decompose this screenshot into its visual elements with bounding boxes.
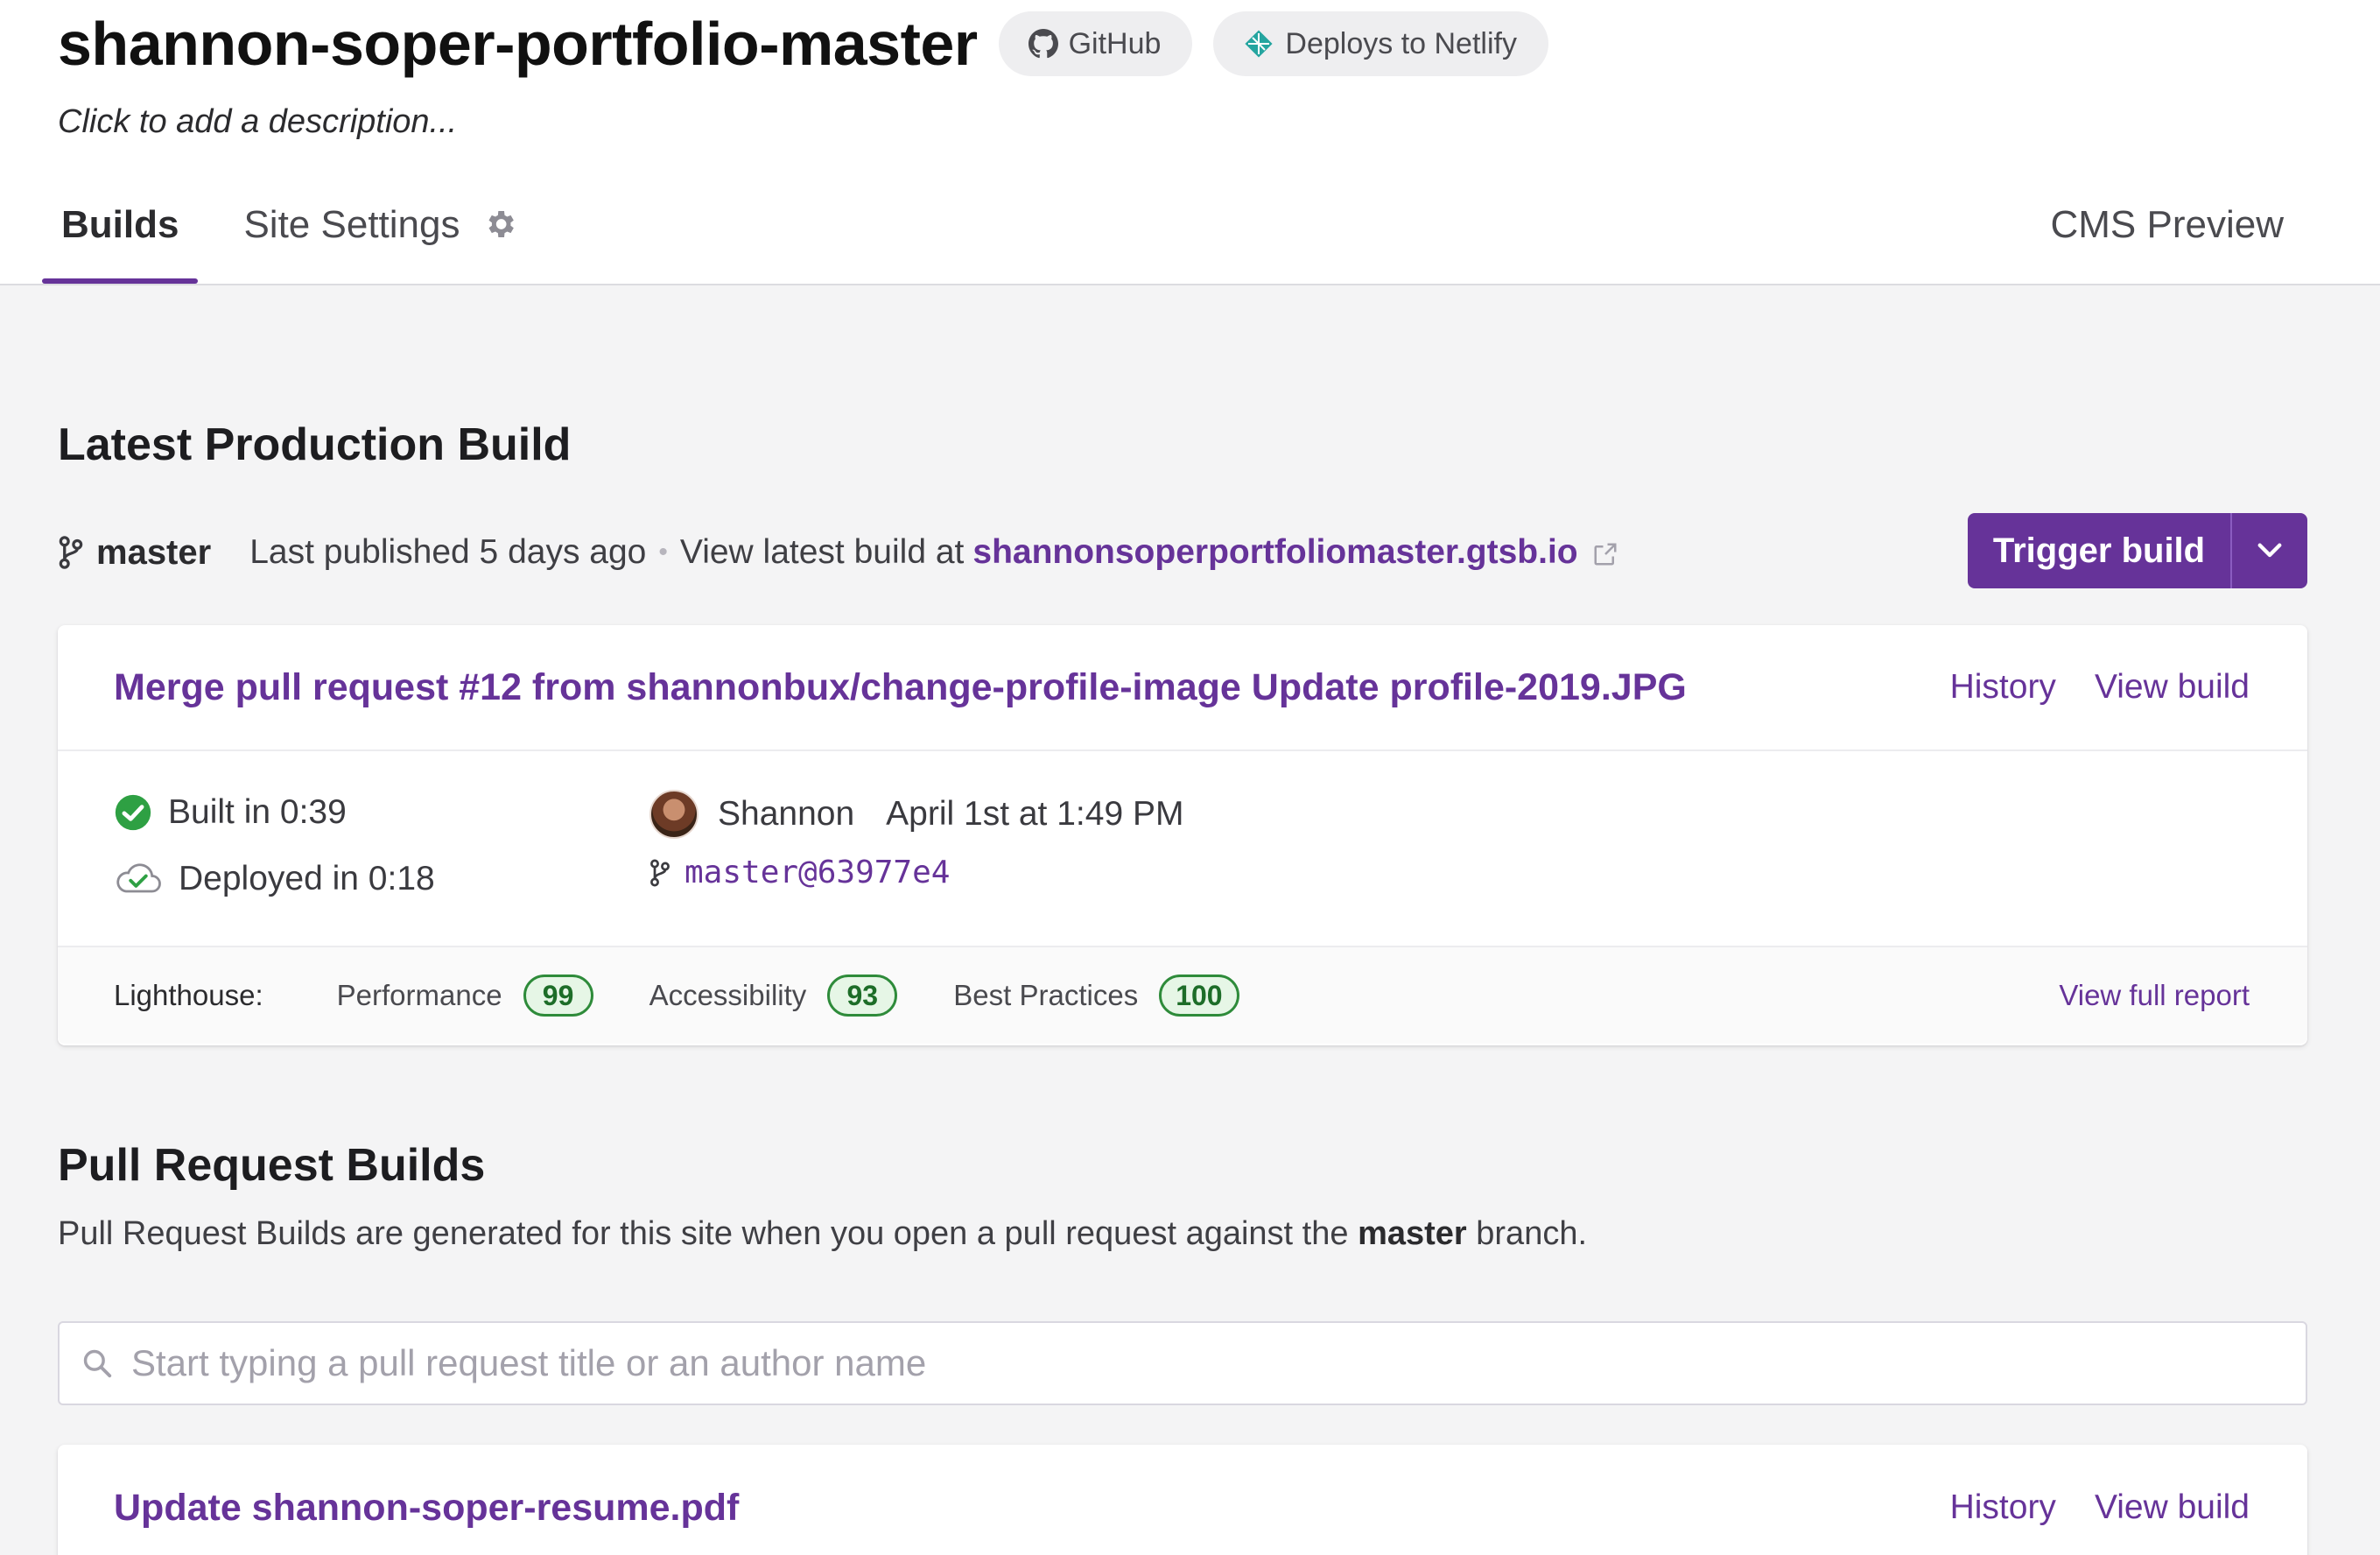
separator-dot: •: [658, 538, 668, 566]
lighthouse-scores: Lighthouse: Performance 99 Accessibility…: [58, 947, 2307, 1044]
last-published-text: Last published 5 days ago: [249, 533, 647, 571]
production-history-link[interactable]: History: [1950, 668, 2056, 707]
lighthouse-performance: Performance 99: [337, 975, 593, 1017]
best-practices-label: Best Practices: [953, 979, 1139, 1011]
build-status: Built in 0:39: [114, 793, 347, 832]
build-date: April 1st at 1:49 PM: [886, 795, 1184, 833]
trigger-build-dropdown[interactable]: [2232, 513, 2307, 588]
site-description[interactable]: Click to add a description...: [58, 103, 457, 141]
chevron-down-icon: [2257, 543, 2282, 558]
pull-request-builds-description: Pull Request Builds are generated for th…: [58, 1215, 1587, 1253]
trigger-build-button-group: Trigger build: [1968, 513, 2307, 588]
view-latest-prefix: View latest build at: [679, 533, 965, 571]
production-build-details: Built in 0:39 Deployed in 0:18 Shannon A…: [58, 751, 2307, 947]
lighthouse-best-practices: Best Practices 100: [953, 975, 1239, 1017]
pull-request-build-card: Update shannon-soper-resume.pdf History …: [58, 1445, 2307, 1555]
tab-builds-label: Builds: [61, 203, 179, 246]
built-time: Built in 0:39: [168, 793, 347, 831]
github-label: GitHub: [1068, 26, 1162, 60]
tab-cms-preview-label: CMS Preview: [2050, 203, 2285, 246]
site-title: shannon-soper-portfolio-master: [58, 10, 978, 78]
check-circle-icon: [115, 794, 151, 831]
view-full-report-link[interactable]: View full report: [2059, 979, 2250, 1012]
production-build-header: Merge pull request #12 from shannonbux/c…: [58, 625, 2307, 751]
pull-request-title[interactable]: Update shannon-soper-resume.pdf: [114, 1487, 1912, 1530]
lighthouse-accessibility: Accessibility 93: [649, 975, 898, 1017]
gear-icon: [488, 211, 515, 237]
site-url-link[interactable]: shannonsoperportfoliomaster.gtsb.io: [972, 533, 1577, 572]
deployed-time: Deployed in 0:18: [179, 860, 435, 897]
avatar: [649, 790, 699, 839]
production-branch-name: master: [96, 532, 212, 572]
tab-site-settings-label: Site Settings: [243, 203, 460, 246]
tab-cms-preview[interactable]: CMS Preview: [2032, 193, 2304, 284]
production-commit-title[interactable]: Merge pull request #12 from shannonbux/c…: [114, 666, 1912, 709]
tab-builds[interactable]: Builds: [42, 193, 199, 284]
pr-desc-prefix: Pull Request Builds are generated for th…: [58, 1215, 1349, 1252]
lighthouse-label: Lighthouse:: [114, 979, 263, 1011]
commit-ref: master@63977e4: [649, 855, 950, 890]
best-practices-score-badge: 100: [1159, 975, 1239, 1017]
author-name: Shannon: [718, 795, 855, 833]
pull-request-view-build-link[interactable]: View build: [2095, 1488, 2250, 1527]
search-input[interactable]: [131, 1342, 2306, 1384]
pull-request-build-header: Update shannon-soper-resume.pdf History …: [58, 1445, 2307, 1555]
github-icon: [1028, 29, 1058, 59]
tab-bar: Builds Site Settings CMS Preview: [42, 193, 2380, 285]
trigger-build-button[interactable]: Trigger build: [1968, 513, 2232, 588]
production-view-build-link[interactable]: View build: [2095, 668, 2250, 707]
title-row: shannon-soper-portfolio-master GitHub De…: [58, 7, 1548, 81]
github-link[interactable]: GitHub: [998, 11, 1193, 76]
netlify-link[interactable]: Deploys to Netlify: [1213, 11, 1548, 76]
production-build-card: Merge pull request #12 from shannonbux/c…: [58, 625, 2307, 1045]
netlify-icon: [1245, 30, 1273, 58]
pull-request-history-link[interactable]: History: [1950, 1488, 2056, 1527]
pull-request-search: [58, 1321, 2307, 1405]
branch-icon: [59, 536, 83, 569]
search-icon: [83, 1349, 112, 1378]
site-header: shannon-soper-portfolio-master GitHub De…: [0, 0, 2380, 285]
accessibility-label: Accessibility: [649, 979, 807, 1011]
commit-sha-link[interactable]: master@63977e4: [685, 855, 950, 890]
netlify-label: Deploys to Netlify: [1285, 26, 1517, 60]
build-author: Shannon April 1st at 1:49 PM: [649, 790, 1183, 839]
accessibility-score-badge: 93: [827, 975, 898, 1017]
external-link-icon[interactable]: [1592, 541, 1618, 567]
cloud-check-icon: [116, 863, 161, 893]
pr-desc-suffix: branch.: [1476, 1215, 1588, 1252]
tab-site-settings[interactable]: Site Settings: [224, 193, 537, 284]
branch-icon: [650, 859, 670, 886]
pull-request-builds-title: Pull Request Builds: [58, 1140, 486, 1191]
deploy-status: Deployed in 0:18: [114, 860, 435, 898]
production-branch-row: master Last published 5 days ago • View …: [58, 513, 2307, 592]
app-root: shannon-soper-portfolio-master GitHub De…: [0, 0, 2380, 1555]
latest-production-build-title: Latest Production Build: [58, 419, 572, 470]
performance-label: Performance: [336, 979, 502, 1011]
performance-score-badge: 99: [523, 975, 593, 1017]
pr-desc-branch: master: [1358, 1215, 1467, 1252]
